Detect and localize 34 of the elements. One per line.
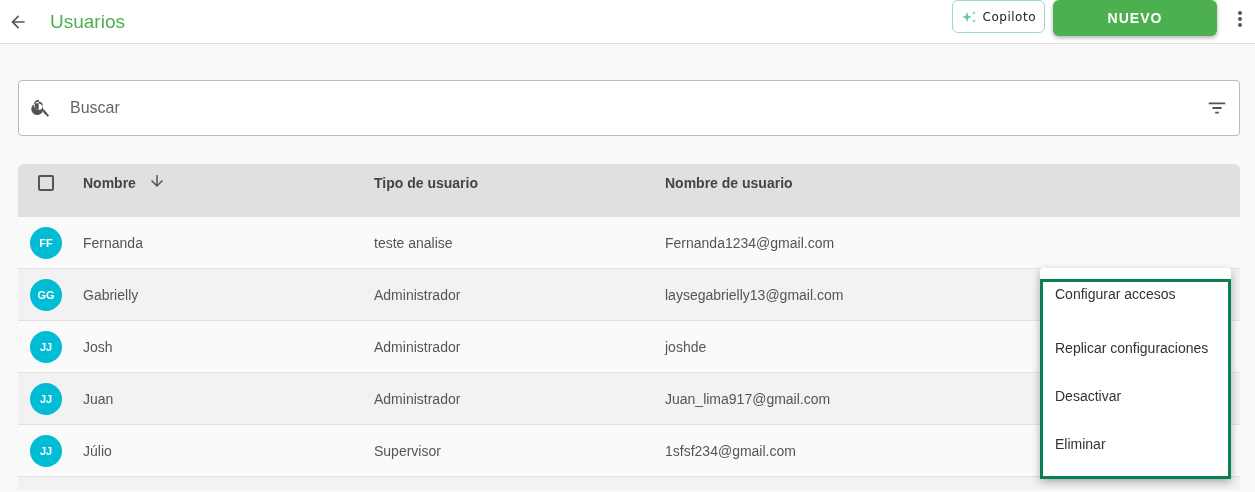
user-avatar: JJ [30, 330, 62, 363]
more-options-icon[interactable] [1237, 9, 1243, 28]
menu-item[interactable]: Replicar configuraciones [1043, 324, 1228, 372]
table-cell: teste analise [374, 234, 453, 251]
select-all-checkbox[interactable] [38, 174, 54, 191]
column-header[interactable]: Nombre [83, 174, 136, 191]
search-field[interactable]: Buscar [18, 80, 1240, 136]
search-icon [30, 97, 52, 119]
menu-item[interactable]: Desactivar [1043, 372, 1228, 420]
sparkle-icon [960, 9, 977, 24]
page-title: Usuarios [50, 10, 126, 33]
table-cell: laysegabrielly13@gmail.com [665, 286, 844, 303]
table-cell: Fernanda1234@gmail.com [665, 234, 835, 251]
column-header[interactable]: Tipo de usuario [374, 174, 478, 191]
table-cell: Juan [83, 390, 114, 407]
table-cell: Administrador [374, 338, 461, 355]
table-cell: Gabrielly [83, 286, 139, 303]
user-avatar: JJ [30, 382, 62, 415]
table-cell: Administrador [374, 286, 461, 303]
table-cell: 1sfsf234@gmail.com [665, 442, 796, 459]
menu-item[interactable]: Configurar accesos [1043, 286, 1228, 324]
user-avatar: JJ [30, 434, 62, 467]
menu-item[interactable]: Eliminar [1043, 420, 1228, 468]
copilot-button[interactable]: Copiloto [951, 0, 1045, 33]
table-cell: Administrador [374, 390, 461, 407]
user-avatar: GG [30, 278, 62, 311]
table-cell: Supervisor [374, 442, 441, 459]
table-cell: joshde [665, 338, 707, 355]
column-header[interactable]: Nombre de usuario [665, 174, 793, 191]
table-cell: Juan_lima917@gmail.com [665, 390, 831, 407]
table-cell: Fernanda [83, 234, 143, 251]
table-cell: Júlio [83, 442, 112, 459]
user-avatar: FF [30, 226, 62, 259]
table-cell: Josh [83, 338, 113, 355]
